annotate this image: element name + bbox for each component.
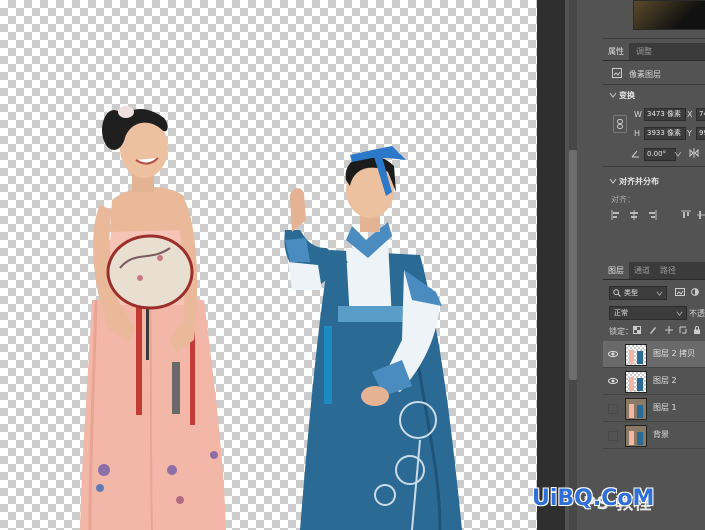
canvas-artwork: [80, 106, 462, 530]
align-right-icon[interactable]: [647, 210, 657, 220]
angle-dropdown-chevron-icon[interactable]: [674, 150, 682, 158]
chevron-down-icon[interactable]: [609, 91, 617, 99]
tab-adjustments[interactable]: 调整: [631, 43, 657, 60]
flip-horizontal-button[interactable]: [689, 148, 699, 158]
properties-tabbar: 属性 调整: [603, 43, 705, 61]
chevron-down-icon: [676, 311, 683, 316]
lock-brush-icon[interactable]: [649, 326, 657, 334]
filter-adjustment-icon[interactable]: [691, 288, 699, 296]
layer-item[interactable]: 背景: [603, 422, 705, 449]
angle-icon: [631, 150, 639, 158]
layer-name[interactable]: 图层 2: [653, 375, 677, 386]
flip-horizontal-icon: [689, 148, 699, 158]
layer-thumbnail: [625, 371, 647, 393]
angle-field[interactable]: 0.00°: [644, 148, 676, 161]
lock-label: 锁定：: [609, 327, 633, 336]
layer-item[interactable]: 图层 2: [603, 368, 705, 395]
scroll-thumb[interactable]: [569, 150, 577, 380]
color-preview[interactable]: [633, 0, 705, 30]
x-field[interactable]: 74: [696, 108, 705, 121]
watermark-logo: UiBQ.CoM: [532, 486, 655, 511]
blend-mode-select[interactable]: 正常: [609, 306, 687, 320]
visibility-toggle-empty[interactable]: [608, 404, 618, 414]
width-label: W: [634, 110, 642, 119]
width-field[interactable]: 3473 像素: [644, 108, 686, 121]
align-label: 对齐：: [611, 195, 635, 204]
layer-list: 图层 2 拷贝 图层 2 图层 1 背景: [603, 341, 705, 453]
chevron-down-icon[interactable]: [609, 177, 617, 185]
lock-move-icon[interactable]: [665, 326, 673, 334]
layer-filter-select[interactable]: 类型: [609, 286, 667, 300]
height-field[interactable]: 3933 像素: [644, 127, 686, 140]
align-middle-icon[interactable]: [697, 210, 705, 220]
layer-thumbnail: [625, 398, 647, 420]
tab-layers[interactable]: 图层: [603, 262, 629, 279]
tab-channels[interactable]: 通道: [629, 262, 655, 279]
visibility-toggle-empty[interactable]: [608, 431, 618, 441]
chevron-down-icon: [656, 291, 663, 296]
y-label: Y: [687, 129, 692, 138]
x-label: X: [687, 110, 693, 119]
tab-properties[interactable]: 属性: [603, 43, 629, 60]
link-proportions-button[interactable]: [613, 115, 627, 133]
y-field[interactable]: 99: [696, 127, 705, 140]
layer-thumbnail: [625, 425, 647, 447]
layer-thumbnail: [625, 344, 647, 366]
align-buttons: [611, 210, 705, 220]
girl-figure: [80, 106, 226, 530]
filter-pixel-image-icon[interactable]: [675, 288, 685, 296]
lock-artboard-icon[interactable]: [679, 326, 687, 334]
lock-all-icon[interactable]: [693, 326, 701, 334]
visibility-eye-icon[interactable]: [608, 349, 618, 359]
layer-kind-label: 像素图层: [629, 70, 661, 79]
canvas-gutter: [537, 0, 565, 530]
layer-name[interactable]: 图层 2 拷贝: [653, 348, 695, 359]
transform-section-title: 变换: [619, 91, 635, 100]
search-icon: [613, 289, 621, 297]
align-section-title: 对齐并分布: [619, 177, 659, 186]
layer-name[interactable]: 背景: [653, 429, 669, 440]
layer-item[interactable]: 图层 2 拷贝: [603, 341, 705, 368]
layer-kind-row: 像素图层: [603, 64, 705, 82]
align-left-icon[interactable]: [611, 210, 621, 220]
document-canvas[interactable]: [0, 0, 537, 530]
canvas-vertical-scrollbar[interactable]: [565, 0, 603, 530]
tab-paths[interactable]: 路径: [655, 262, 681, 279]
layer-item[interactable]: 图层 1: [603, 395, 705, 422]
lock-transparency-icon[interactable]: [633, 326, 641, 334]
layers-tabbar: 图层 通道 路径: [603, 262, 705, 280]
link-icon: [617, 119, 623, 129]
pixel-layer-icon: [612, 68, 622, 78]
layer-name[interactable]: 图层 1: [653, 402, 677, 413]
right-panels: 属性 调整 像素图层 变换 W 3473 像素 X 74 H 3933 像素 Y…: [603, 0, 705, 530]
visibility-eye-icon[interactable]: [608, 376, 618, 386]
align-center-icon[interactable]: [629, 210, 639, 220]
layer-filter-value: 类型: [624, 289, 638, 297]
height-label: H: [634, 129, 641, 138]
opacity-label: 不透: [689, 309, 705, 318]
align-top-icon[interactable]: [681, 210, 691, 220]
boy-figure: [284, 146, 462, 530]
blend-mode-value: 正常: [614, 309, 628, 317]
